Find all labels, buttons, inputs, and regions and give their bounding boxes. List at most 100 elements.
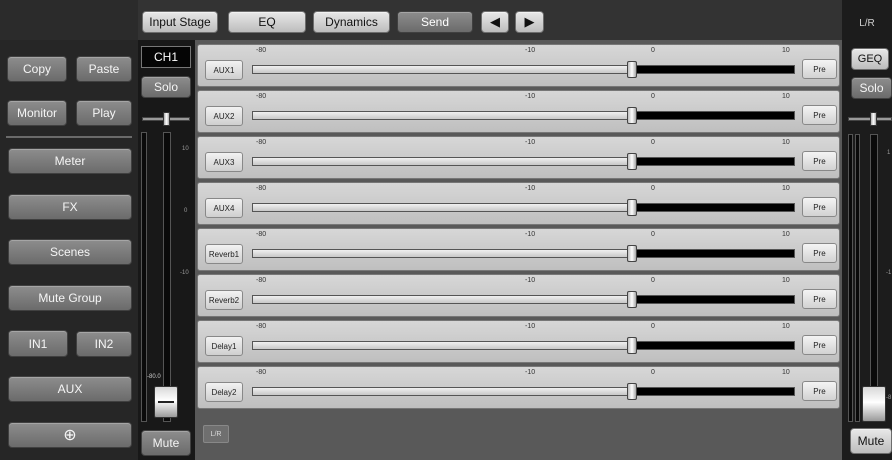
monitor-button[interactable]: Monitor xyxy=(7,100,67,126)
channel-mute-button[interactable]: Mute xyxy=(141,430,191,456)
next-page-button[interactable]: ▶ xyxy=(515,11,544,33)
send-row: -80 -10 0 10 Reverb2 Pre xyxy=(197,274,840,317)
tab-dynamics-label: Dynamics xyxy=(325,15,378,29)
send-row: -80 -10 0 10 AUX3 Pre xyxy=(197,136,840,179)
left-function-panel: Copy Paste Monitor Play Meter FX Scenes … xyxy=(0,40,138,460)
send-level-knob[interactable] xyxy=(627,199,638,216)
fader-knob-line xyxy=(158,401,174,403)
send-level-track[interactable] xyxy=(252,111,795,120)
send-level-knob[interactable] xyxy=(627,337,638,354)
channel-strip: CH1 Solo 10 0 -10 -80.0 Mute xyxy=(138,40,195,460)
tab-eq[interactable]: EQ xyxy=(228,11,306,33)
tab-input-stage[interactable]: Input Stage xyxy=(142,11,218,33)
pre-post-button[interactable]: Pre xyxy=(802,105,837,125)
send-scale-label: -10 xyxy=(525,369,536,376)
send-scale-label: 0 xyxy=(651,185,655,192)
lr-mute-button[interactable]: Mute xyxy=(850,428,892,454)
channel-scale-0: 0 xyxy=(184,208,188,214)
in1-label: IN1 xyxy=(28,336,48,351)
send-row: -80 -10 0 10 AUX2 Pre xyxy=(197,90,840,133)
send-level-track[interactable] xyxy=(252,249,795,258)
lr-meter-right xyxy=(855,134,860,422)
send-scale-label: -10 xyxy=(525,231,536,238)
lr-pan-knob[interactable] xyxy=(870,112,877,126)
send-level-track[interactable] xyxy=(252,341,795,350)
tab-send[interactable]: Send xyxy=(397,11,473,33)
send-bus-button[interactable]: Reverb2 xyxy=(205,290,243,310)
lr-solo-label: Solo xyxy=(859,81,884,95)
aux-button[interactable]: AUX xyxy=(8,376,132,402)
pre-post-button[interactable]: Pre xyxy=(802,381,837,401)
send-level-fill xyxy=(253,296,632,303)
paste-button[interactable]: Paste xyxy=(76,56,132,82)
lr-pan-slider[interactable] xyxy=(848,112,892,126)
tab-dynamics[interactable]: Dynamics xyxy=(313,11,390,33)
send-level-knob[interactable] xyxy=(627,153,638,170)
channel-fader-knob[interactable] xyxy=(154,386,178,418)
pre-post-button[interactable]: Pre xyxy=(802,289,837,309)
send-level-track[interactable] xyxy=(252,65,795,74)
send-level-knob[interactable] xyxy=(627,291,638,308)
send-scale-label: 0 xyxy=(651,323,655,330)
in1-button[interactable]: IN1 xyxy=(8,330,68,357)
pan-slider[interactable] xyxy=(142,112,190,126)
send-level-knob[interactable] xyxy=(627,383,638,400)
send-bus-button[interactable]: Reverb1 xyxy=(205,244,243,264)
send-bus-button[interactable]: AUX3 xyxy=(205,152,243,172)
send-bus-button[interactable]: AUX4 xyxy=(205,198,243,218)
pre-post-button[interactable]: Pre xyxy=(802,59,837,79)
lr-title: L/R xyxy=(859,18,875,29)
send-scale-label: 10 xyxy=(782,185,790,192)
lr-solo-button[interactable]: Solo xyxy=(851,77,892,99)
in2-button[interactable]: IN2 xyxy=(76,331,132,357)
lr-fader-knob[interactable] xyxy=(862,386,886,422)
send-bus-button[interactable]: Delay1 xyxy=(205,336,243,356)
crosshair-icon: ⊕ xyxy=(63,427,77,444)
play-button[interactable]: Play xyxy=(76,100,132,126)
pre-post-button[interactable]: Pre xyxy=(802,197,837,217)
pan-knob[interactable] xyxy=(163,112,170,126)
monitor-label: Monitor xyxy=(16,106,57,120)
send-level-track[interactable] xyxy=(252,157,795,166)
send-level-track[interactable] xyxy=(252,387,795,396)
lr-scale-1: 1 xyxy=(887,150,891,156)
send-level-fill xyxy=(253,112,632,119)
send-level-knob[interactable] xyxy=(627,245,638,262)
mute-group-button[interactable]: Mute Group xyxy=(8,285,132,311)
send-bus-button[interactable]: AUX2 xyxy=(205,106,243,126)
send-bus-button[interactable]: Delay2 xyxy=(205,382,243,402)
send-level-track[interactable] xyxy=(252,295,795,304)
lr-mute-label: Mute xyxy=(857,434,885,448)
send-level-fill xyxy=(253,388,632,395)
geq-button[interactable]: GEQ xyxy=(851,48,889,70)
copy-button[interactable]: Copy xyxy=(7,56,67,82)
send-bus-button[interactable]: AUX1 xyxy=(205,60,243,80)
send-level-knob[interactable] xyxy=(627,61,638,78)
top-left-blank xyxy=(0,0,138,40)
lr-assign-label: L/R xyxy=(210,430,222,438)
send-level-track[interactable] xyxy=(252,203,795,212)
lr-fader-track xyxy=(870,134,878,422)
channel-fader-track xyxy=(163,132,171,422)
send-row: -80 -10 0 10 AUX1 Pre xyxy=(197,44,840,87)
pre-post-button[interactable]: Pre xyxy=(802,243,837,263)
lr-assign-button[interactable]: L/R xyxy=(203,425,229,443)
send-scale-label: -80 xyxy=(256,231,267,238)
target-button[interactable]: ⊕ xyxy=(8,422,132,448)
pre-post-button[interactable]: Pre xyxy=(802,151,837,171)
top-tab-bar: Input Stage EQ Dynamics Send ◀ ▶ xyxy=(138,8,842,36)
meter-label: Meter xyxy=(54,154,86,168)
lr-meter-left xyxy=(848,134,853,422)
paste-label: Paste xyxy=(88,62,120,76)
scenes-button[interactable]: Scenes xyxy=(8,239,132,265)
lr-scale-minus8: -8 xyxy=(886,395,892,401)
send-scale-label: -80 xyxy=(256,369,267,376)
prev-page-button[interactable]: ◀ xyxy=(481,11,509,33)
send-scale-label: -10 xyxy=(525,139,536,146)
meter-button[interactable]: Meter xyxy=(8,148,132,174)
fx-button[interactable]: FX xyxy=(8,194,132,220)
pre-post-button[interactable]: Pre xyxy=(802,335,837,355)
send-scale-label: 0 xyxy=(651,231,655,238)
channel-solo-button[interactable]: Solo xyxy=(141,76,191,98)
send-level-knob[interactable] xyxy=(627,107,638,124)
